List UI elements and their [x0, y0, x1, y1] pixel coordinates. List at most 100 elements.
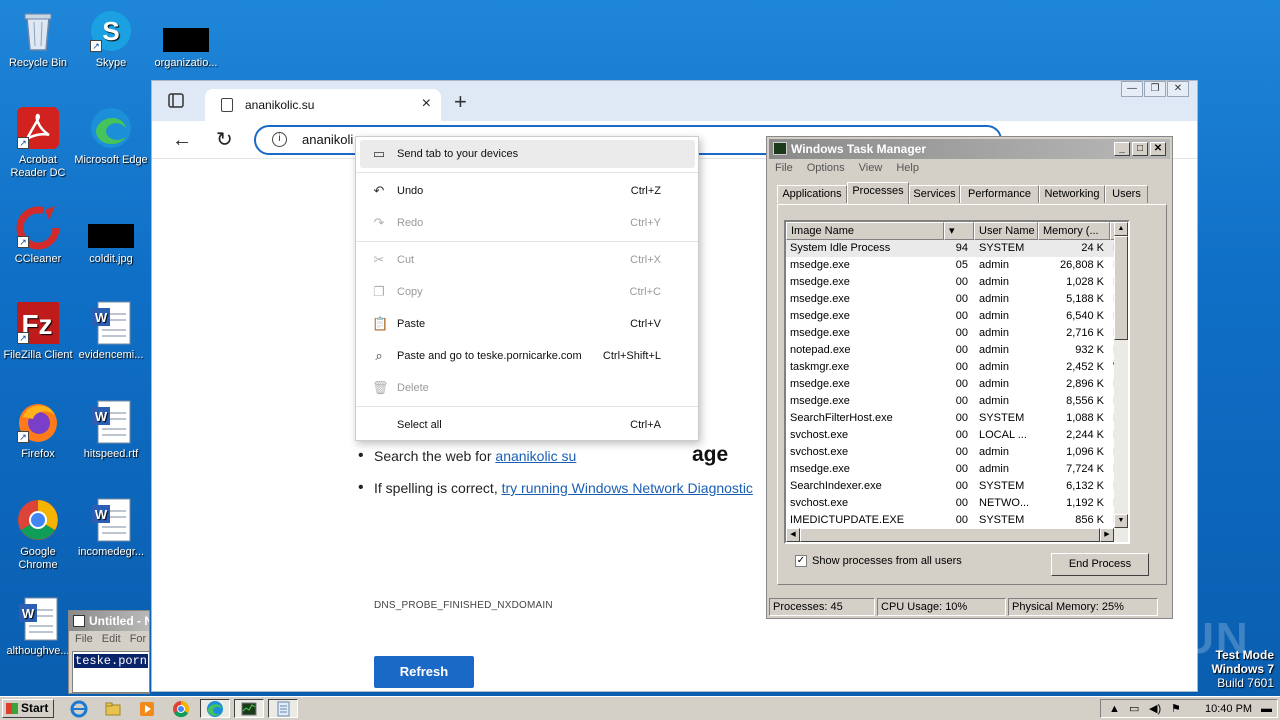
scroll-up-icon[interactable]: ▲ [1114, 222, 1128, 236]
tab-services[interactable]: Services [909, 185, 960, 203]
tab-performance[interactable]: Performance [960, 185, 1039, 203]
column-user-name[interactable]: User Name [974, 222, 1038, 240]
table-row[interactable]: svchost.exe00NETWO...1,192 KH [786, 495, 1121, 512]
search-web-link[interactable]: ananikolic su [495, 448, 576, 464]
menu-item-cut[interactable]: ✂ Cut Ctrl+X [360, 246, 695, 274]
reload-icon[interactable]: ↻ [216, 127, 233, 152]
maximize-icon[interactable]: ❐ [1144, 81, 1166, 97]
network-icon[interactable]: ▭ [1129, 701, 1139, 717]
end-process-button[interactable]: End Process [1051, 553, 1149, 576]
desktop-icon-acrobat[interactable]: ↗ Acrobat Reader DC [0, 105, 76, 180]
menu-item-send-tab[interactable]: ▭ Send tab to your devices [360, 140, 695, 168]
volume-icon[interactable]: ◀) [1149, 701, 1161, 717]
column-image-name[interactable]: Image Name [786, 222, 944, 240]
ie-taskbar-icon[interactable] [64, 699, 94, 718]
tm-menu-options[interactable]: Options [807, 162, 845, 174]
tm-menu-view[interactable]: View [859, 162, 883, 174]
close-icon[interactable]: ✕ [1167, 81, 1189, 97]
desktop-icon-filezilla[interactable]: Fz ↗ FileZilla Client [0, 300, 76, 362]
table-row[interactable]: SearchFilterHost.exe00SYSTEM1,088 KM [786, 410, 1122, 427]
maximize-icon[interactable]: □ [1132, 142, 1148, 156]
close-tab-icon[interactable]: × [422, 95, 431, 113]
table-row[interactable]: msedge.exe05admin26,808 KM [786, 257, 1122, 274]
desktop-icon-ccleaner[interactable]: ↗ CCleaner [0, 204, 76, 266]
tab-networking[interactable]: Networking [1039, 185, 1105, 203]
back-arrow-icon[interactable]: ← [172, 129, 192, 152]
address-input[interactable] [302, 132, 362, 147]
task-manager-taskbar-icon[interactable] [234, 699, 264, 718]
scroll-right-icon[interactable]: ▶ [1100, 528, 1114, 542]
desktop-icon-chrome[interactable]: Google Chrome [0, 497, 76, 572]
menu-item-copy[interactable]: ❐ Copy Ctrl+C [360, 278, 695, 306]
start-button[interactable]: Start [2, 699, 54, 718]
checkbox-checked-icon[interactable]: ✓ [795, 555, 807, 567]
show-desktop-icon[interactable]: ▬ [1261, 701, 1272, 717]
scroll-thumb[interactable] [800, 528, 1100, 542]
tab-actions-icon[interactable] [164, 91, 188, 111]
table-row[interactable]: msedge.exe00admin5,188 KM [786, 291, 1122, 308]
show-hidden-icons-icon[interactable]: ▲ [1109, 701, 1120, 717]
clock[interactable]: 10:40 PM [1205, 701, 1252, 717]
notepad-window[interactable]: Untitled - N File Edit For teske.porn [68, 610, 150, 694]
desktop-icon-hitspeed[interactable]: W hitspeed.rtf [73, 399, 149, 461]
column-memory[interactable]: Memory (... [1038, 222, 1110, 240]
desktop-icon-organization[interactable]: organizatio... [148, 8, 224, 70]
notepad-titlebar[interactable]: Untitled - N [69, 611, 149, 631]
tm-menu-help[interactable]: Help [896, 162, 919, 174]
menu-item-redo[interactable]: ↷ Redo Ctrl+Y [360, 209, 695, 237]
menu-item-select-all[interactable]: Select all Ctrl+A [360, 411, 695, 439]
table-row[interactable]: notepad.exe00admin932 KN [786, 342, 1121, 359]
table-row[interactable]: svchost.exe00admin1,096 KH [786, 444, 1121, 461]
table-row[interactable]: IMEDICTUPDATE.EXE00SYSTEM856 KM [786, 512, 1122, 529]
notepad-taskbar-icon[interactable] [268, 699, 298, 718]
desktop-icon-althoughve[interactable]: W althoughve... [0, 596, 76, 658]
task-manager-titlebar[interactable]: Windows Task Manager _ □ ✕ [769, 139, 1170, 159]
new-tab-icon[interactable]: + [454, 89, 467, 115]
table-row[interactable]: msedge.exe00admin7,724 KM [786, 461, 1122, 478]
table-row[interactable]: taskmgr.exe00admin2,452 KW [786, 359, 1123, 376]
table-row[interactable]: msedge.exe00admin2,896 KM [786, 376, 1122, 393]
minimize-icon[interactable]: _ [1114, 142, 1130, 156]
refresh-button[interactable]: Refresh [374, 656, 474, 688]
desktop-icon-recycle-bin[interactable]: Recycle Bin [0, 8, 76, 70]
desktop-icon-evidence[interactable]: W evidencemi... [73, 300, 149, 362]
edge-taskbar-icon[interactable] [200, 699, 230, 718]
process-list-vscroll[interactable]: ▲ ▼ [1114, 222, 1128, 528]
table-row[interactable]: msedge.exe00admin2,716 KM [786, 325, 1122, 342]
desktop-icon-incomedegr[interactable]: W incomedegr... [73, 497, 149, 559]
task-manager-window[interactable]: Windows Task Manager _ □ ✕ File Options … [766, 136, 1173, 619]
media-player-taskbar-icon[interactable] [132, 699, 162, 718]
edge-tab[interactable]: ananikolic.su × [205, 89, 441, 121]
scroll-thumb[interactable] [1114, 236, 1128, 340]
desktop-icon-edge[interactable]: Microsoft Edge [73, 105, 149, 167]
table-row[interactable]: System Idle Process94SYSTEM24 KPe [786, 240, 1126, 257]
tab-processes[interactable]: Processes [847, 182, 909, 204]
info-icon[interactable]: i [272, 132, 287, 147]
tm-menu-file[interactable]: File [775, 162, 793, 174]
notepad-editor[interactable]: teske.porn [72, 651, 149, 693]
tab-users[interactable]: Users [1105, 185, 1148, 203]
scroll-down-icon[interactable]: ▼ [1114, 514, 1128, 528]
tab-applications[interactable]: Applications [777, 185, 847, 203]
process-list-hscroll[interactable]: ◀ ▶ [786, 528, 1128, 542]
table-row[interactable]: SearchIndexer.exe00SYSTEM6,132 KM [786, 478, 1122, 495]
process-list[interactable]: Image Name ▾ User Name Memory (... D Sys… [784, 220, 1130, 544]
scroll-left-icon[interactable]: ◀ [786, 528, 800, 542]
minimize-icon[interactable]: — [1121, 81, 1143, 97]
desktop-icon-firefox[interactable]: ↗ Firefox [0, 399, 76, 461]
table-row[interactable]: svchost.exe00LOCAL ...2,244 KH [786, 427, 1121, 444]
explorer-taskbar-icon[interactable] [98, 699, 128, 718]
notepad-menu-format[interactable]: For [130, 633, 147, 645]
table-row[interactable]: msedge.exe00admin1,028 KM [786, 274, 1122, 291]
desktop-icon-skype[interactable]: S ↗ Skype [73, 8, 149, 70]
column-sort-icon[interactable]: ▾ [944, 222, 974, 240]
action-center-flag-icon[interactable]: ⚑ [1171, 701, 1181, 717]
menu-item-paste[interactable]: 📋 Paste Ctrl+V [360, 310, 695, 338]
menu-item-paste-and-go[interactable]: ⌕ Paste and go to teske.pornicarke.com C… [360, 342, 695, 370]
menu-item-undo[interactable]: ↶ Undo Ctrl+Z [360, 177, 695, 205]
table-row[interactable]: msedge.exe00admin8,556 KM [786, 393, 1122, 410]
network-diagnostics-link[interactable]: try running Windows Network Diagnostic [502, 480, 753, 496]
chrome-taskbar-icon[interactable] [166, 699, 196, 718]
notepad-menu-file[interactable]: File [75, 633, 93, 645]
close-icon[interactable]: ✕ [1150, 142, 1166, 156]
